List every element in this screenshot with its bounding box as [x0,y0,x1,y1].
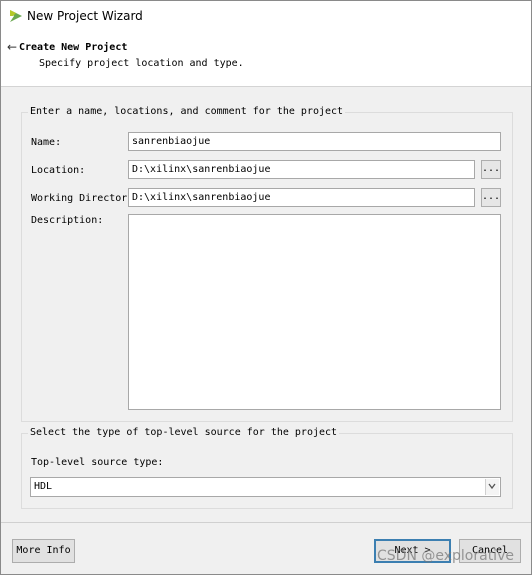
window-title: New Project Wizard [27,9,143,23]
watermark-text: CSDN @explorative [377,548,514,564]
page-subtitle: Specify project location and type. [39,58,244,69]
location-field[interactable]: D:\xilinx\sanrenbiaojue [128,160,475,179]
description-label: Description: [31,215,104,226]
description-textarea[interactable] [128,214,501,410]
back-arrow-icon[interactable]: ← [7,40,17,54]
location-browse-button[interactable]: ... [481,160,501,179]
name-field[interactable]: sanrenbiaojue [128,132,501,151]
working-directory-browse-button[interactable]: ... [481,188,501,207]
xilinx-logo-icon [10,10,22,22]
source-group-legend: Select the type of top-level source for … [28,427,340,438]
source-type-value: HDL [34,481,53,492]
source-type-group: Select the type of top-level source for … [21,427,513,509]
footer-divider [1,522,531,523]
more-info-button[interactable]: More Info [12,539,75,563]
source-type-label: Top-level source type: [31,457,164,468]
page-title: Create New Project [19,42,128,53]
wizard-window: New Project Wizard ← Create New Project … [0,0,532,575]
wizard-header: ← Create New Project Specify project loc… [1,32,531,87]
title-bar: New Project Wizard [1,1,531,32]
location-label: Location: [31,165,86,176]
working-directory-field[interactable]: D:\xilinx\sanrenbiaojue [128,188,475,207]
working-directory-label: Working Directory: [31,193,140,204]
project-group-legend: Enter a name, locations, and comment for… [28,106,346,117]
source-type-select[interactable]: HDL [30,477,501,497]
chevron-down-icon[interactable] [485,479,499,495]
name-label: Name: [31,137,62,148]
